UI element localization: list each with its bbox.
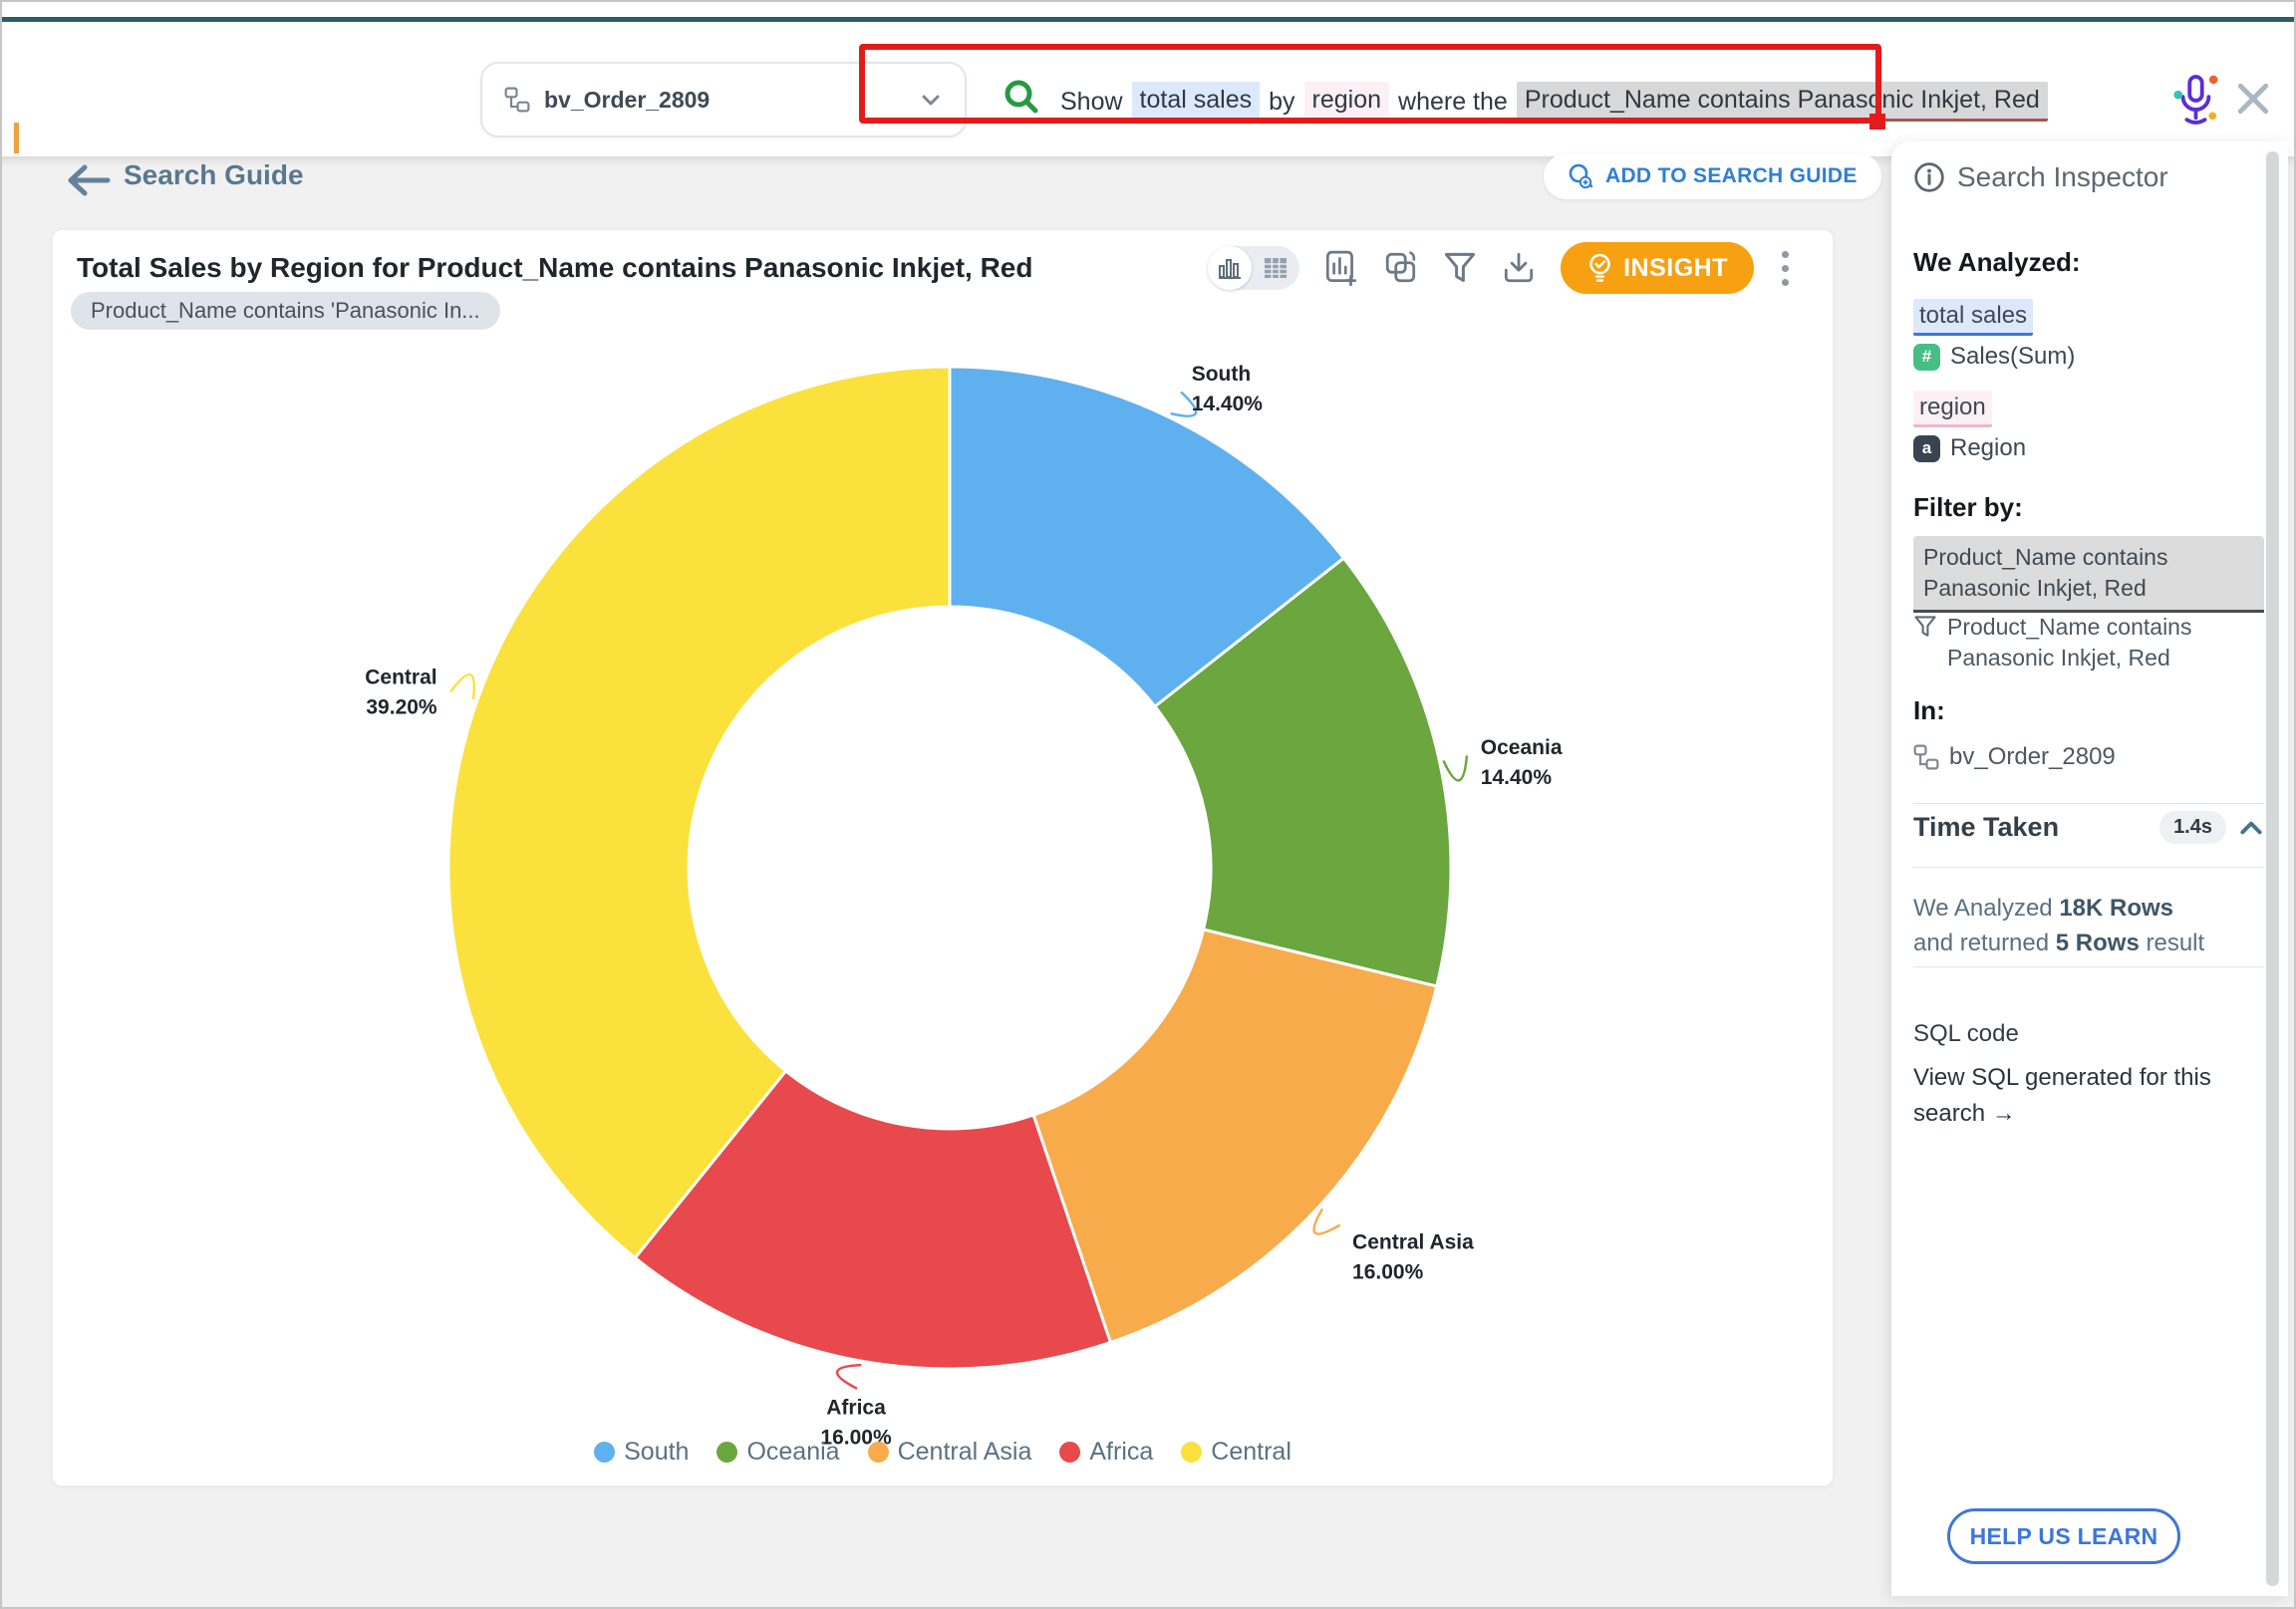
legend-label: Africa	[1089, 1438, 1153, 1467]
measure-field: Sales(Sum)	[1950, 343, 2075, 371]
page-title: Search Guide	[124, 159, 304, 191]
top-bar: bv_Order_2809 Show total sales by region…	[2, 22, 2294, 156]
in-label: In:	[1913, 695, 1945, 726]
legend-item-africa[interactable]: Africa	[1059, 1438, 1153, 1467]
time-taken-label: Time Taken	[1913, 812, 2159, 843]
legend-dot	[717, 1442, 737, 1463]
label-leader-line	[837, 1365, 861, 1389]
numeric-type-badge: #	[1913, 344, 1940, 371]
legend-dot	[594, 1442, 615, 1463]
dataset-hierarchy-icon	[504, 87, 530, 113]
divider	[1913, 966, 2264, 967]
dimension-token: region	[1913, 391, 1992, 427]
slice-percent-label: 14.40%	[1192, 393, 1264, 415]
chart-legend: South Oceania Central Asia Africa Central	[53, 1438, 1833, 1467]
dimension-field: Region	[1950, 434, 2026, 462]
donut-chart-svg: South 14.40% Oceania 14.40% Central Asia 16.0…	[53, 230, 1835, 1487]
time-taken-row: Time Taken 1.4s	[1913, 811, 2264, 844]
slice-percent-label: 14.40%	[1481, 766, 1553, 789]
legend-item-central[interactable]: Central	[1181, 1438, 1292, 1467]
inspector-title: Search Inspector	[1957, 161, 2168, 193]
content-area: Search Guide ADD TO SEARCH GUIDE Total S…	[2, 156, 2294, 1607]
rows-analyzed-text: We Analyzed 18K Rows and returned 5 Rows…	[1913, 891, 2204, 960]
label-leader-line	[1443, 755, 1466, 780]
add-to-search-guide-label: ADD TO SEARCH GUIDE	[1605, 164, 1858, 188]
query-text: by	[1269, 88, 1294, 117]
label-leader-line	[1314, 1208, 1340, 1233]
chevron-down-icon	[919, 88, 943, 112]
measure-token: total sales	[1913, 299, 2033, 336]
slice-percent-label: 39.20%	[366, 695, 437, 718]
time-taken-badge: 1.4s	[2159, 811, 2226, 844]
dataset-name: bv_Order_2809	[1949, 743, 2116, 771]
text-type-badge: a	[1913, 435, 1940, 462]
measure-field-row: # Sales(Sum)	[1913, 343, 2075, 371]
voice-mic-icon[interactable]	[2172, 72, 2218, 128]
legend-label: Central	[1211, 1438, 1292, 1467]
legend-label: Central Asia	[898, 1438, 1032, 1467]
info-icon	[1913, 161, 1945, 193]
filter-detail-text: Product_Name contains Panasonic Inkjet, …	[1947, 612, 2242, 673]
legend-label: South	[624, 1438, 689, 1467]
filter-by-label: Filter by:	[1913, 492, 2023, 523]
slice-name-label: South	[1192, 363, 1251, 386]
inspector-header: Search Inspector	[1913, 161, 2168, 193]
divider	[1913, 803, 2264, 804]
help-us-learn-button[interactable]: HELP US LEARN	[1947, 1508, 2180, 1564]
slice-name-label: Central	[365, 666, 436, 688]
slice-name-label: Oceania	[1481, 736, 1563, 759]
legend-label: Oceania	[746, 1438, 839, 1467]
rows-returned-count: 5 Rows	[2056, 930, 2140, 956]
sidebar-indicator	[14, 123, 19, 153]
filter-detail-row: Product_Name contains Panasonic Inkjet, …	[1913, 612, 2242, 673]
dimension-field-row: a Region	[1913, 434, 2026, 462]
query-token-measure[interactable]: total sales	[1132, 82, 1261, 122]
slice-percent-label: 16.00%	[1352, 1261, 1424, 1284]
legend-dot	[868, 1442, 889, 1463]
legend-dot	[1181, 1442, 1202, 1463]
rows-analyzed-count: 18K Rows	[2059, 895, 2173, 922]
dataset-selector[interactable]: bv_Order_2809	[480, 62, 967, 137]
vertical-scrollbar[interactable]	[2266, 151, 2279, 1586]
query-text: where the	[1398, 88, 1508, 117]
close-icon[interactable]	[2236, 82, 2270, 116]
slice-name-label: Central Asia	[1352, 1231, 1474, 1254]
label-leader-line	[450, 674, 474, 699]
back-arrow-icon[interactable]	[64, 162, 112, 198]
search-inspector-panel: Search Inspector We Analyzed: total sale…	[1891, 141, 2288, 1596]
chart-card: Total Sales by Region for Product_Name c…	[52, 229, 1834, 1486]
search-query-input[interactable]: Show total sales by region where the Pro…	[1060, 80, 2048, 124]
app-window: bv_Order_2809 Show total sales by region…	[0, 0, 2296, 1609]
slice-name-label: Africa	[826, 1397, 886, 1420]
legend-dot	[1059, 1442, 1080, 1463]
query-token-filter[interactable]: Product_Name contains Panasonic Inkjet, …	[1517, 82, 2048, 122]
dataset-hierarchy-icon	[1913, 744, 1939, 770]
search-icon	[1003, 78, 1040, 116]
divider	[1913, 867, 2264, 868]
add-to-search-guide-button[interactable]: ADD TO SEARCH GUIDE	[1544, 153, 1881, 199]
view-sql-link[interactable]: View SQL generated for this search →	[1913, 1060, 2242, 1132]
dataset-row: bv_Order_2809	[1913, 743, 2116, 771]
legend-item-oceania[interactable]: Oceania	[717, 1438, 839, 1467]
sql-code-label: SQL code	[1913, 1020, 2019, 1048]
add-search-icon	[1568, 162, 1595, 190]
filter-token-box: Product_Name contains Panasonic Inkjet, …	[1913, 536, 2264, 613]
we-analyzed-label: We Analyzed:	[1913, 247, 2081, 278]
legend-item-south[interactable]: South	[594, 1438, 689, 1467]
funnel-icon	[1913, 615, 1937, 639]
query-text: Show	[1060, 88, 1123, 117]
legend-item-central-asia[interactable]: Central Asia	[868, 1438, 1032, 1467]
arrow-right-icon: →	[1992, 1100, 2016, 1127]
dataset-label: bv_Order_2809	[544, 87, 905, 114]
query-token-dimension[interactable]: region	[1304, 82, 1390, 122]
chevron-up-icon[interactable]	[2238, 817, 2264, 839]
